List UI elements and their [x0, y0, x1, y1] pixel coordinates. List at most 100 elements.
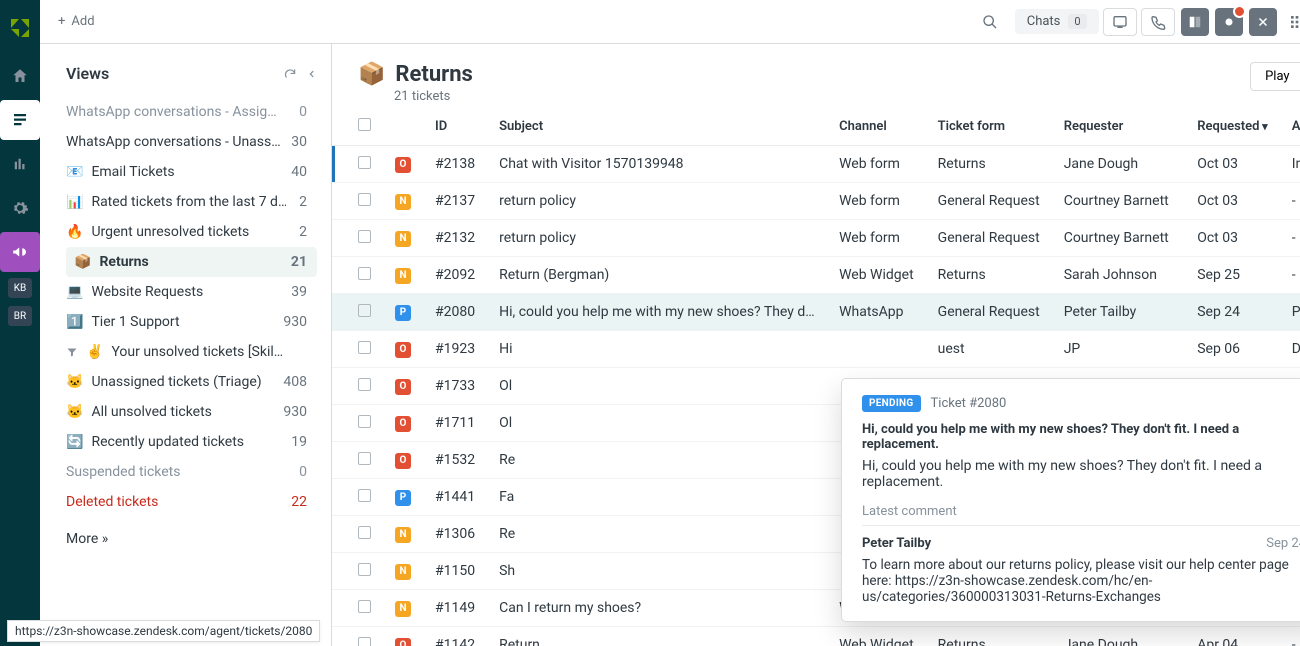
col-requested[interactable]: Requested — [1185, 108, 1279, 146]
view-emoji: 🔄 — [66, 434, 83, 450]
status-icon: N — [395, 564, 411, 580]
cell-assignee: Daniel Ru — [1280, 331, 1300, 368]
table-row[interactable]: O#2138Chat with Visitor 1570139948Web fo… — [332, 146, 1300, 183]
row-checkbox[interactable] — [358, 563, 371, 576]
content-area: 📦 Returns 21 tickets Play — [332, 44, 1300, 646]
row-checkbox[interactable] — [358, 267, 371, 280]
select-all-checkbox[interactable] — [358, 118, 371, 131]
table-row[interactable]: N#2132return policyWeb formGeneral Reque… — [332, 220, 1300, 257]
row-checkbox[interactable] — [358, 415, 371, 428]
view-emoji: 🐱 — [66, 404, 83, 420]
panel-icon[interactable] — [1181, 8, 1209, 36]
cell-requested: Apr 04 — [1185, 627, 1279, 646]
view-label: All unsolved tickets — [91, 404, 211, 420]
view-item[interactable]: 💻Website Requests39 — [66, 277, 317, 307]
view-item[interactable]: 🔥Urgent unresolved tickets2 — [66, 217, 317, 247]
col-assignee[interactable]: Assignee — [1280, 108, 1300, 146]
phone-icon[interactable] — [1141, 8, 1175, 36]
rail-kb[interactable]: KB — [8, 278, 32, 298]
rail-megaphone[interactable] — [0, 232, 40, 272]
view-count: 30 — [291, 134, 307, 150]
cell-channel: WhatsApp — [827, 294, 926, 331]
col-subject[interactable]: Subject — [487, 108, 827, 146]
view-item[interactable]: Suspended tickets 0 — [66, 457, 317, 487]
table-row[interactable]: N#2092Return (Bergman)Web WidgetReturnsS… — [332, 257, 1300, 294]
row-checkbox[interactable] — [358, 156, 371, 169]
views-list: WhatsApp conversations - Assig…0WhatsApp… — [66, 97, 317, 517]
row-checkbox[interactable] — [358, 193, 371, 206]
status-icon: N — [395, 194, 411, 210]
status-url-tooltip: https://z3n-showcase.zendesk.com/agent/t… — [7, 620, 320, 642]
collapse-icon[interactable] — [307, 67, 317, 81]
row-checkbox[interactable] — [358, 637, 371, 646]
row-checkbox[interactable] — [358, 489, 371, 502]
cell-requested: Sep 06 — [1185, 331, 1279, 368]
refresh-icon[interactable] — [283, 67, 297, 81]
cell-assignee: Imaadh S — [1280, 146, 1300, 183]
cell-id: #2080 — [423, 294, 487, 331]
view-item[interactable]: 📦Returns21 — [66, 247, 317, 277]
view-item[interactable]: ✌️Your unsolved tickets [Skil… — [66, 337, 317, 367]
cell-subject: Return — [487, 627, 827, 646]
row-checkbox[interactable] — [358, 600, 371, 613]
views-more[interactable]: More » — [66, 531, 317, 547]
cell-channel: Web form — [827, 183, 926, 220]
filter-icon — [66, 346, 78, 358]
topbar: + Add Chats 0 — [40, 0, 1300, 44]
rail-views[interactable] — [0, 100, 40, 140]
row-checkbox[interactable] — [358, 230, 371, 243]
chats-count: 0 — [1068, 14, 1086, 29]
rail-settings[interactable] — [0, 188, 40, 228]
table-row[interactable]: O#1142ReturnWeb WidgetReturnsJane DoughA… — [332, 627, 1300, 646]
view-count: 0 — [299, 464, 307, 480]
view-count: 39 — [291, 284, 307, 300]
view-item[interactable]: 🐱Unassigned tickets (Triage)408 — [66, 367, 317, 397]
col-requester[interactable]: Requester — [1052, 108, 1186, 146]
table-row[interactable]: P#2080Hi, could you help me with my new … — [332, 294, 1300, 331]
view-item[interactable]: 📊Rated tickets from the last 7 d…2 — [66, 187, 317, 217]
cell-id: #1142 — [423, 627, 487, 646]
rail-home[interactable] — [0, 56, 40, 96]
view-item[interactable]: 🐱All unsolved tickets930 — [66, 397, 317, 427]
notifications-icon[interactable] — [1215, 8, 1243, 36]
row-checkbox[interactable] — [358, 341, 371, 354]
view-item[interactable]: Deleted tickets22 — [66, 487, 317, 517]
cell-assignee: - — [1280, 183, 1300, 220]
table-row[interactable]: N#2137return policyWeb formGeneral Reque… — [332, 183, 1300, 220]
add-button[interactable]: + Add — [52, 10, 101, 33]
view-count: 408 — [283, 374, 307, 390]
apps-grid-icon[interactable] — [1283, 8, 1300, 36]
col-id[interactable]: ID — [423, 108, 487, 146]
cell-id: #2092 — [423, 257, 487, 294]
view-item[interactable]: WhatsApp conversations - Assig…0 — [66, 97, 317, 127]
cell-requester: Jane Dough — [1052, 627, 1186, 646]
chats-button[interactable]: Chats 0 — [1015, 9, 1099, 34]
cell-requested: Oct 03 — [1185, 146, 1279, 183]
cell-requester: Sarah Johnson — [1052, 257, 1186, 294]
comment-body: To learn more about our returns policy, … — [862, 557, 1300, 605]
col-form[interactable]: Ticket form — [926, 108, 1052, 146]
rail-reports[interactable] — [0, 144, 40, 184]
col-channel[interactable]: Channel — [827, 108, 926, 146]
row-checkbox[interactable] — [358, 378, 371, 391]
view-label: Email Tickets — [91, 164, 174, 180]
view-label: Suspended tickets — [66, 464, 180, 480]
row-checkbox[interactable] — [358, 304, 371, 317]
status-icon: O — [395, 379, 411, 395]
row-checkbox[interactable] — [358, 452, 371, 465]
close-app-icon[interactable] — [1249, 8, 1277, 36]
cell-form: uest — [926, 331, 1052, 368]
rail-br[interactable]: BR — [8, 306, 32, 326]
play-button[interactable]: Play — [1250, 62, 1300, 91]
cell-subject: Fa — [487, 479, 827, 516]
cell-channel — [827, 331, 926, 368]
view-item[interactable]: 📧Email Tickets40 — [66, 157, 317, 187]
view-item[interactable]: 1️⃣Tier 1 Support930 — [66, 307, 317, 337]
view-item[interactable]: WhatsApp conversations - Unass…30 — [66, 127, 317, 157]
view-item[interactable]: 🔄Recently updated tickets19 — [66, 427, 317, 457]
conversations-icon[interactable] — [1103, 8, 1137, 36]
table-row[interactable]: O#1923HiuestJPSep 06Daniel Ru — [332, 331, 1300, 368]
row-checkbox[interactable] — [358, 526, 371, 539]
search-icon[interactable] — [973, 8, 1007, 36]
cell-channel: Web Widget — [827, 257, 926, 294]
